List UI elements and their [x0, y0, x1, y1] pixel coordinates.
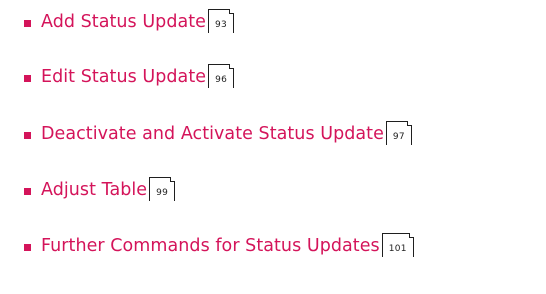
page-number: 96: [215, 75, 228, 85]
toc-entry-add-status-update[interactable]: Add Status Update 93: [24, 8, 235, 38]
toc-entry-label: Further Commands for Status Updates: [41, 236, 380, 257]
page-reference-box: 97: [385, 121, 413, 145]
toc-entry-label: Adjust Table: [41, 180, 148, 201]
toc-entry-further-commands[interactable]: Further Commands for Status Updates 101: [24, 232, 414, 262]
page-reference-box: 93: [208, 9, 235, 33]
toc-entry-edit-status-update[interactable]: Edit Status Update 96: [24, 63, 235, 93]
page-number: 93: [215, 20, 228, 30]
toc-entry-label: Add Status Update: [41, 12, 206, 33]
page-number: 101: [388, 244, 407, 254]
page-reference-box: 101: [381, 233, 414, 257]
toc-entry-label: Deactivate and Activate Status Update: [41, 124, 384, 145]
bullet-icon: [24, 131, 31, 139]
bullet-icon: [24, 243, 31, 251]
bullet-icon: [24, 19, 31, 27]
toc-entry-adjust-table[interactable]: Adjust Table 99: [24, 176, 176, 206]
toc-entry-label: Edit Status Update: [41, 67, 207, 88]
toc-list: Add Status Update 93 Edit Status Update …: [0, 0, 546, 294]
bullet-icon: [24, 74, 31, 82]
page-number: 99: [156, 188, 169, 198]
page-number: 97: [392, 132, 405, 142]
page-reference-box: 99: [149, 177, 176, 201]
bullet-icon: [24, 187, 31, 195]
page-reference-box: 96: [208, 64, 235, 88]
toc-entry-deactivate-activate-status-update[interactable]: Deactivate and Activate Status Update 97: [24, 120, 413, 150]
